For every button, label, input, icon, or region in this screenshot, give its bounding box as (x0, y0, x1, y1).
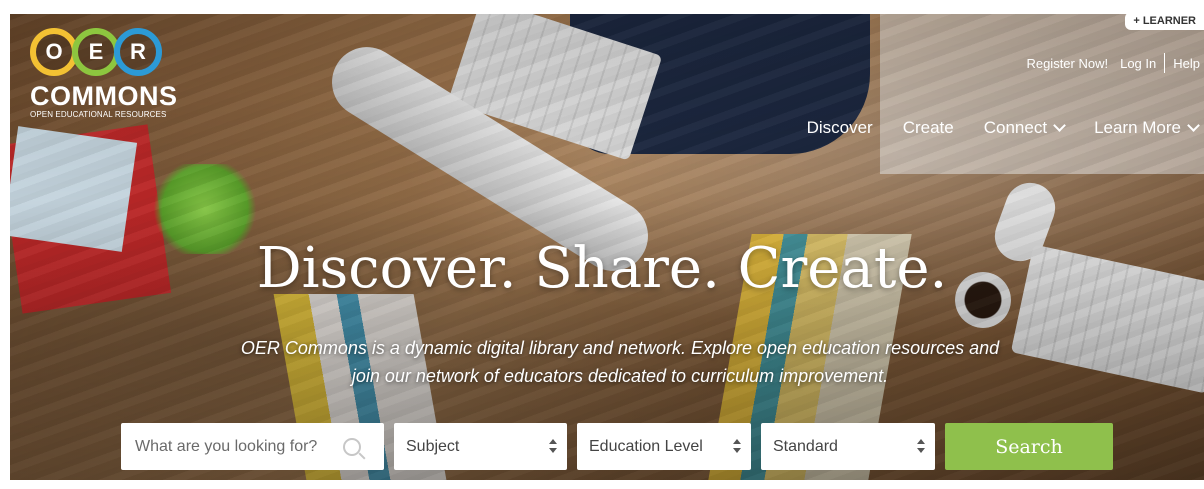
up-down-arrows-icon (549, 438, 557, 454)
logo-circle-e: E (72, 28, 120, 76)
logo-circle-o: O (30, 28, 78, 76)
subject-select-value: Subject (406, 437, 460, 455)
hero-description-line-2: join our network of educators dedicated … (351, 366, 889, 386)
search-button[interactable]: Search (945, 423, 1113, 470)
nav-connect[interactable]: Connect (983, 118, 1066, 138)
oer-commons-logo[interactable]: O E R COMMONS OPEN EDUCATIONAL RESOURCES (30, 28, 230, 119)
utility-nav: Register Now! Log In Help (1026, 53, 1200, 73)
main-nav: Discover Create Connect Learn More (807, 118, 1200, 138)
logo-wordmark: COMMONS (30, 81, 178, 111)
magnifier-icon[interactable] (343, 437, 361, 456)
education-level-select-value: Education Level (589, 437, 703, 455)
nav-create[interactable]: Create (903, 118, 954, 138)
register-link[interactable]: Register Now! (1026, 56, 1108, 71)
help-link[interactable]: Help (1173, 56, 1200, 71)
standard-select-value: Standard (773, 437, 838, 455)
login-link[interactable]: Log In (1120, 56, 1156, 71)
nav-learn-more-label: Learn More (1094, 118, 1181, 137)
chevron-down-icon (1187, 119, 1200, 132)
logo-tagline: OPEN EDUCATIONAL RESOURCES (30, 110, 167, 119)
hero-description-line-1: OER Commons is a dynamic digital library… (240, 338, 1000, 358)
nav-discover[interactable]: Discover (807, 118, 873, 138)
search-bar: Subject Education Level Standard Search (121, 423, 1113, 470)
nav-create-label: Create (902, 118, 954, 137)
education-level-select[interactable]: Education Level (577, 423, 751, 470)
nav-connect-label: Connect (983, 118, 1048, 137)
hero-description: OER Commons is a dynamic digital library… (120, 334, 1120, 390)
logo-circles: O E R (30, 28, 230, 76)
search-field[interactable] (121, 423, 384, 470)
standard-select[interactable]: Standard (761, 423, 935, 470)
search-input[interactable] (133, 436, 337, 457)
chevron-down-icon (1053, 119, 1066, 132)
hero-title: Discover. Share. Create. (256, 236, 948, 301)
up-down-arrows-icon (733, 438, 741, 454)
subject-select[interactable]: Subject (394, 423, 567, 470)
utility-divider (1164, 53, 1166, 73)
logo-circle-r: R (114, 28, 162, 76)
up-down-arrows-icon (917, 438, 925, 454)
learner-tab[interactable]: + LEARNER (1125, 12, 1204, 30)
nav-discover-label: Discover (806, 118, 873, 137)
nav-learn-more[interactable]: Learn More (1094, 118, 1200, 138)
